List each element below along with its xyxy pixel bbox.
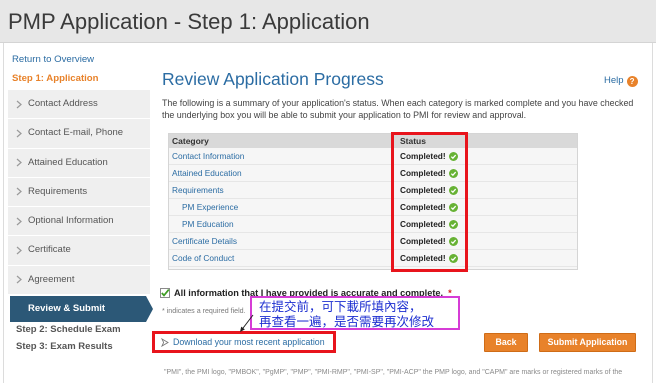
help-icon: [626, 75, 638, 87]
sidebar-item-label: Requirements: [28, 185, 88, 197]
help-label: Help: [604, 75, 624, 86]
sidebar-item-contact-email-phone[interactable]: Contact E-mail, Phone: [8, 119, 150, 149]
page-title: PMP Application - Step 1: Application: [8, 9, 370, 34]
check-circle-icon: [448, 236, 458, 246]
status-text: Completed!: [400, 236, 446, 246]
sidebar-item-attained-education[interactable]: Attained Education: [8, 148, 150, 178]
category-link[interactable]: Attained Education: [172, 165, 242, 181]
chevron-right-icon: [16, 158, 22, 167]
status-text: Completed!: [400, 253, 446, 263]
sidebar-item-contact-address[interactable]: Contact Address: [8, 90, 150, 120]
chevron-right-icon: [16, 246, 22, 255]
chevron-right-icon: [16, 187, 22, 196]
sidebar-item-agreement[interactable]: Agreement: [8, 265, 150, 296]
current-step-label: Step 1: Application: [12, 73, 99, 84]
page-heading: Review Application Progress: [162, 69, 384, 89]
status-cell: Completed!: [400, 199, 458, 215]
download-link-label: Download your most recent application: [173, 337, 325, 347]
status-cell: Completed!: [400, 250, 458, 266]
table-row: PM Experience Completed!: [169, 199, 577, 216]
status-text: Completed!: [400, 168, 446, 178]
sidebar-step-exam-results: Step 3: Exam Results: [16, 341, 113, 352]
table-row: Attained Education Completed!: [169, 165, 577, 182]
sidebar-item-label: Certificate: [28, 244, 71, 256]
chevron-right-icon: [16, 275, 22, 284]
confirmation-checkbox[interactable]: [160, 288, 170, 298]
category-link[interactable]: Code of Conduct: [172, 250, 234, 266]
submit-application-button[interactable]: Submit Application: [539, 333, 636, 352]
status-text: Completed!: [400, 219, 446, 229]
status-cell: Completed!: [400, 148, 458, 164]
chevron-right-icon: [16, 129, 22, 138]
check-circle-icon: [448, 185, 458, 195]
category-link[interactable]: Certificate Details: [172, 233, 237, 249]
status-cell: Completed!: [400, 165, 458, 181]
category-link[interactable]: PM Experience: [182, 199, 238, 215]
column-header-status: Status: [400, 136, 426, 146]
status-text: Completed!: [400, 202, 446, 212]
sidebar-item-label: Contact E-mail, Phone: [28, 127, 124, 139]
sidebar-item-label: Contact Address: [28, 98, 98, 109]
sidebar-nav: Contact Address Contact E-mail, Phone At…: [8, 90, 150, 296]
arrow-icon: [240, 314, 254, 332]
chevron-right-icon: [16, 217, 22, 226]
category-link[interactable]: Contact Information: [172, 148, 244, 164]
sidebar-item-label: Optional Information: [28, 215, 114, 227]
back-button[interactable]: Back: [484, 333, 528, 352]
return-to-overview-link[interactable]: Return to Overview: [12, 54, 94, 66]
check-circle-icon: [448, 253, 458, 263]
table-row: Requirements Completed!: [169, 182, 577, 199]
download-icon: [161, 337, 169, 347]
status-text: Completed!: [400, 151, 446, 161]
table-row: Code of Conduct Completed!: [169, 250, 577, 267]
check-circle-icon: [448, 202, 458, 212]
trademark-footer: "PMI", the PMI logo, "PMBOK", "PgMP", "P…: [164, 369, 623, 376]
annotation-note-line: 再查看一遍，是否需要再次修改: [259, 314, 435, 329]
table-row: Certificate Details Completed!: [169, 233, 577, 250]
table-header-row: Category Status: [169, 134, 577, 148]
page-header: PMP Application - Step 1: Application: [0, 0, 656, 43]
check-circle-icon: [448, 219, 458, 229]
category-link[interactable]: Requirements: [172, 182, 224, 198]
status-text: Completed!: [400, 185, 446, 195]
check-circle-icon: [448, 168, 458, 178]
annotation-note-line: 在提交前，可下載所填內容，: [259, 299, 422, 314]
sidebar-item-requirements[interactable]: Requirements: [8, 177, 150, 208]
table-row: PM Education Completed!: [169, 216, 577, 233]
intro-text: The following is a summary of your appli…: [162, 98, 634, 120]
check-circle-icon: [448, 151, 458, 161]
sidebar-step-schedule-exam: Step 2: Schedule Exam: [16, 324, 121, 335]
sidebar-item-review-submit[interactable]: Review & Submit: [10, 295, 153, 322]
status-cell: Completed!: [400, 182, 458, 198]
annotation-note: 在提交前，可下載所填內容， 再查看一遍，是否需要再次修改: [250, 296, 460, 330]
download-application-link[interactable]: Download your most recent application: [161, 334, 325, 350]
sidebar-item-label: Attained Education: [28, 156, 108, 168]
table-row: Contact Information Completed!: [169, 148, 577, 165]
status-cell: Completed!: [400, 233, 458, 249]
sidebar-item-optional-information[interactable]: Optional Information: [8, 207, 150, 237]
chevron-right-icon: [16, 100, 22, 108]
help-link[interactable]: Help: [604, 75, 638, 87]
column-header-category: Category: [172, 136, 209, 146]
sidebar-item-label: Agreement: [28, 273, 75, 285]
status-table: Category Status Contact Information Comp…: [168, 133, 578, 270]
sidebar-item-certificate[interactable]: Certificate: [8, 236, 150, 266]
status-cell: Completed!: [400, 216, 458, 232]
category-link[interactable]: PM Education: [182, 216, 234, 232]
